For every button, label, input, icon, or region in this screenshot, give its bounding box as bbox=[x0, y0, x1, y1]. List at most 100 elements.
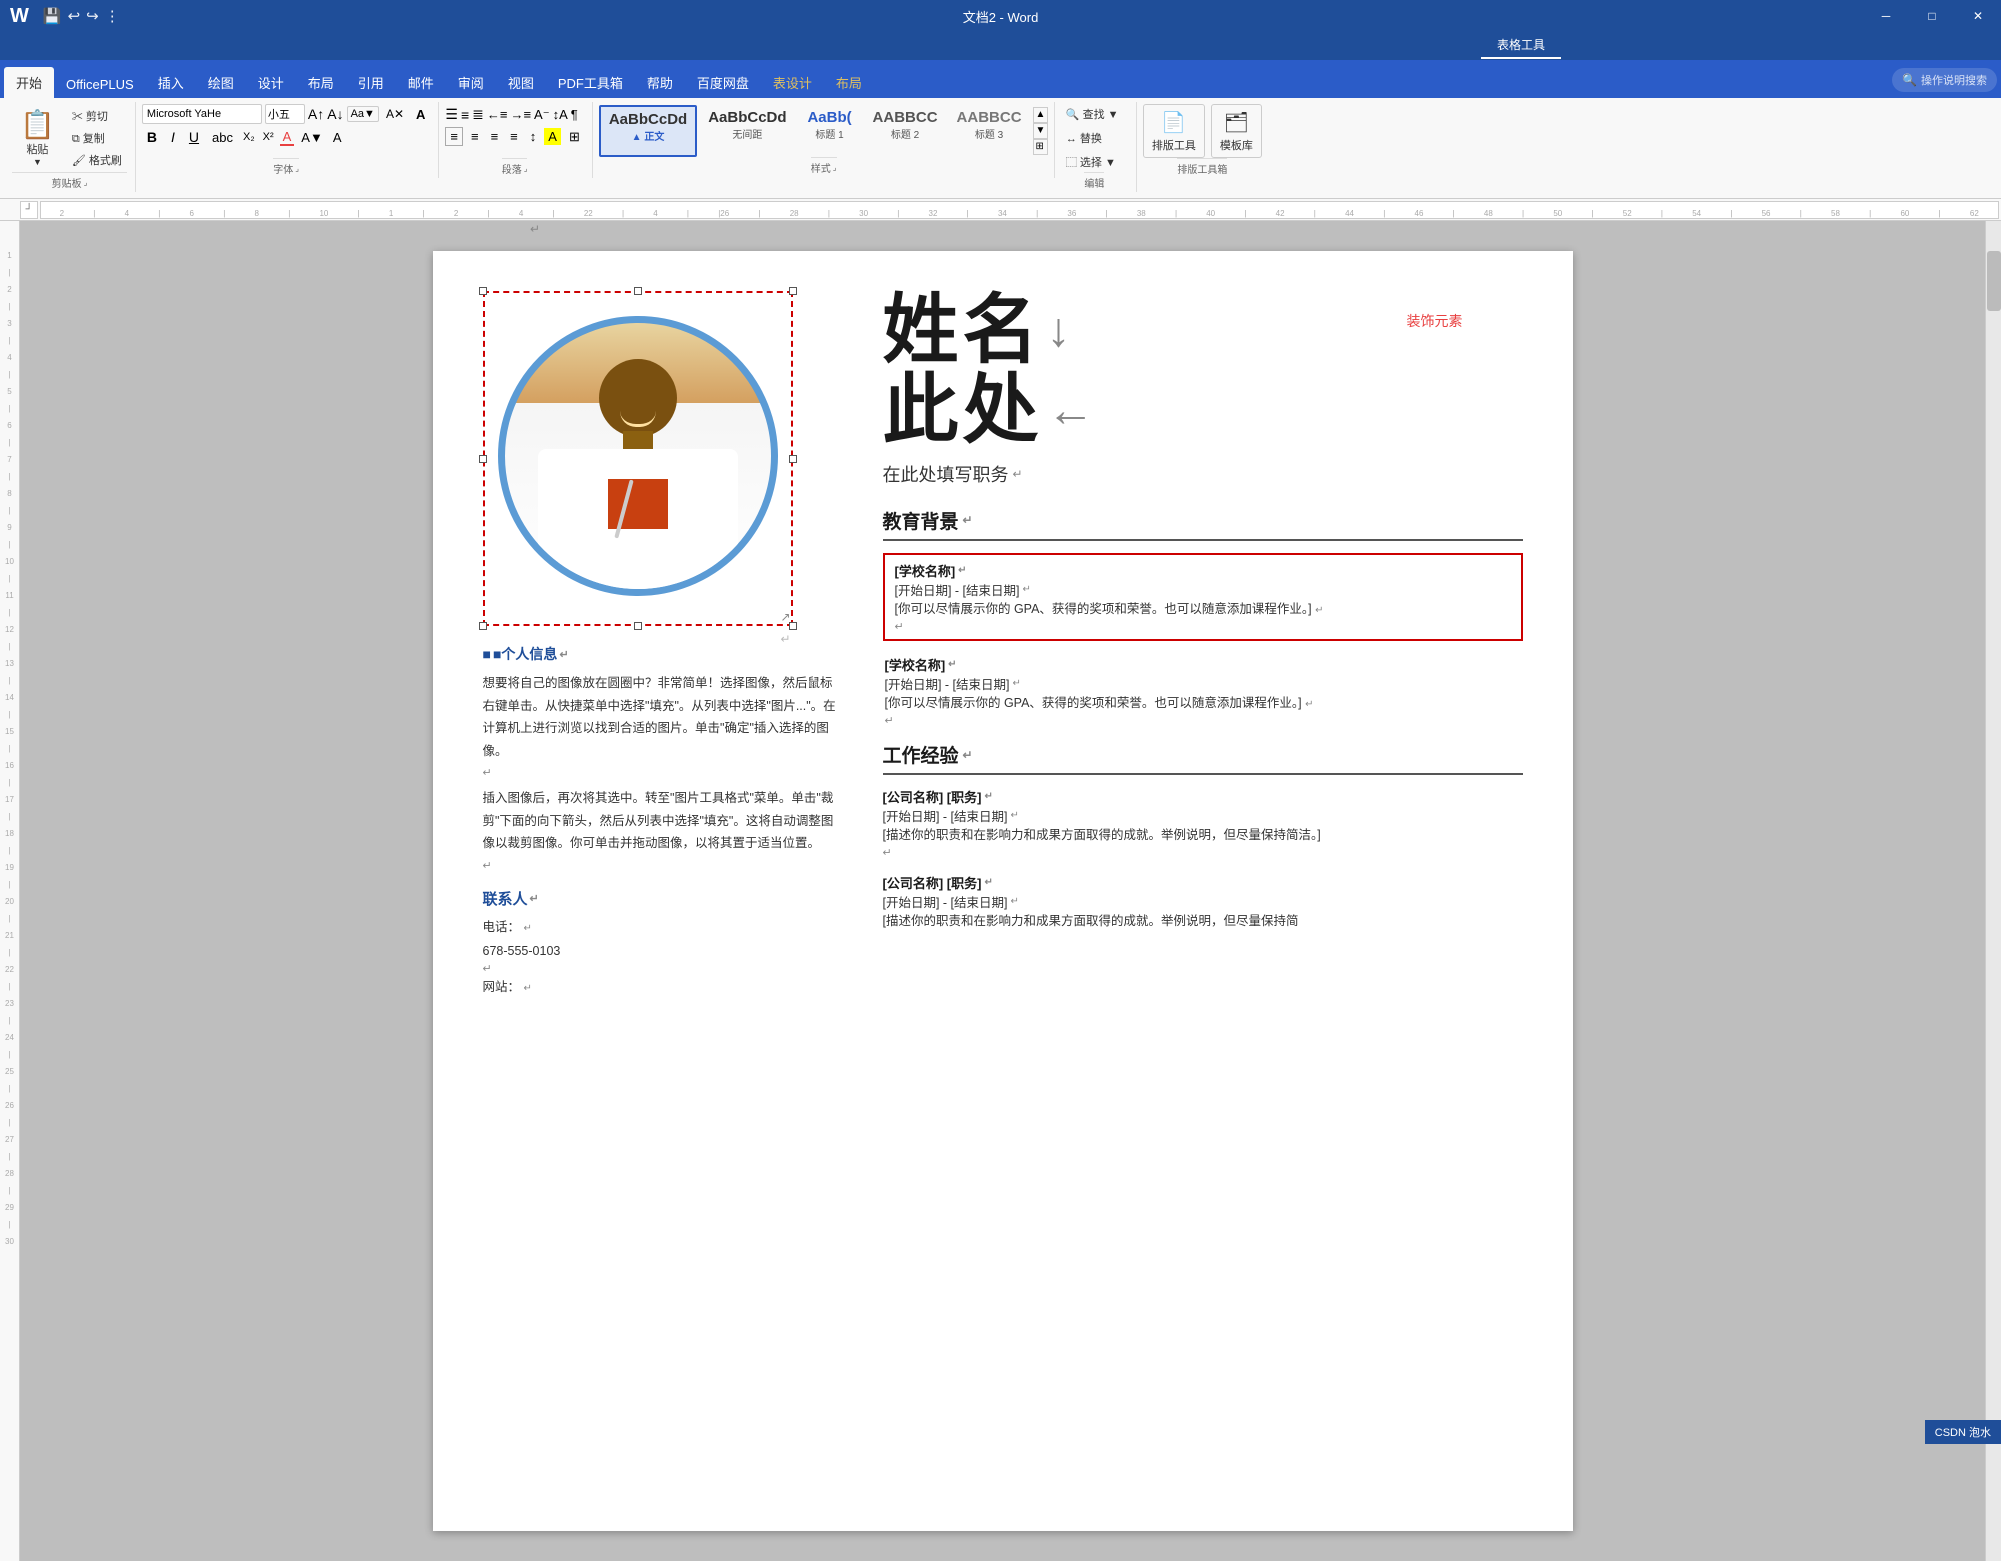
save-icon[interactable]: 💾 bbox=[43, 7, 62, 25]
tab-references[interactable]: 引用 bbox=[346, 67, 396, 98]
multilevel-list-button[interactable]: ≣ bbox=[472, 106, 484, 123]
tab-pdf[interactable]: PDF工具箱 bbox=[546, 67, 635, 98]
find-button[interactable]: 🔍 查找 ▼ bbox=[1061, 104, 1124, 124]
redo-icon[interactable]: ↪ bbox=[86, 7, 99, 25]
paragraph-group-label[interactable]: 段落 ⌟ bbox=[502, 158, 528, 176]
font-shrink-button[interactable]: A↓ bbox=[327, 106, 343, 122]
work-entry-2: [公司名称] [职务]↵ [开始日期] - [结束日期]↵ [描述你的职责和在影… bbox=[883, 873, 1523, 932]
main-area: 1|2|3|4|5|6|7|8|9|10|11|12|13|14|15|16|1… bbox=[0, 221, 2001, 1561]
font-group-label[interactable]: 字体 ⌟ bbox=[273, 158, 299, 176]
style-heading1[interactable]: AaBb( 标题 1 bbox=[798, 105, 862, 157]
clipboard-group-label[interactable]: 剪贴板 ⌟ bbox=[12, 172, 127, 190]
resize-handle-bm[interactable] bbox=[634, 622, 642, 630]
font-size-selector[interactable] bbox=[265, 104, 305, 124]
tab-mail[interactable]: 邮件 bbox=[396, 67, 446, 98]
contact-title: 联系人↵ bbox=[483, 888, 843, 909]
right-scrollbar[interactable] bbox=[1985, 221, 2001, 1561]
tab-draw[interactable]: 绘图 bbox=[196, 67, 246, 98]
right-column: 装饰元素 姓名 ↓ 此处 ← 在此处填写职务 ↵ bbox=[883, 291, 1523, 1491]
align-right-button[interactable]: ≡ bbox=[487, 128, 503, 145]
font-a-button[interactable]: A bbox=[411, 105, 430, 124]
underline-button[interactable]: U bbox=[184, 128, 204, 146]
copy-button[interactable]: ⧉ 复制 bbox=[67, 128, 127, 148]
decrease-indent-button[interactable]: ←≡ bbox=[487, 107, 508, 122]
tab-review[interactable]: 审阅 bbox=[446, 67, 496, 98]
tab-officeplus[interactable]: OfficePLUS bbox=[54, 71, 146, 98]
style-heading2[interactable]: AABBCC 标题 2 bbox=[865, 105, 946, 157]
border-button[interactable]: ⊞ bbox=[565, 128, 584, 146]
tab-baidu[interactable]: 百度网盘 bbox=[685, 67, 761, 98]
clear-format-button[interactable]: A✕ bbox=[382, 105, 408, 123]
tab-insert[interactable]: 插入 bbox=[146, 67, 196, 98]
tab-table-layout[interactable]: 布局 bbox=[824, 67, 874, 98]
cut-button[interactable]: ✂ 剪切 bbox=[67, 106, 127, 126]
typeset-group-label: 排版工具箱 bbox=[1177, 158, 1227, 176]
name-line2[interactable]: 此处 bbox=[883, 371, 1043, 451]
font-grow-button[interactable]: A↑ bbox=[308, 106, 324, 122]
scrollbar-thumb[interactable] bbox=[1987, 251, 2001, 311]
bold-button[interactable]: B bbox=[142, 128, 162, 146]
edu-school-1: [学校名称]↵ bbox=[895, 561, 1511, 580]
subscript-button[interactable]: X₂ bbox=[241, 131, 257, 143]
select-button[interactable]: ⬚ 选择 ▼ bbox=[1061, 152, 1124, 172]
resize-handle-mr[interactable] bbox=[789, 455, 797, 463]
tab-layout[interactable]: 布局 bbox=[296, 67, 346, 98]
undo-icon[interactable]: ↩ bbox=[68, 7, 81, 25]
increase-indent-button[interactable]: →≡ bbox=[510, 107, 531, 122]
photo-frame[interactable]: ↗ ↵ bbox=[483, 291, 793, 626]
italic-button[interactable]: I bbox=[166, 128, 180, 146]
ruler-toggle[interactable]: ┘ bbox=[20, 201, 38, 219]
position-line[interactable]: 在此处填写职务 ↵ bbox=[883, 461, 1523, 487]
styles-group: AaBbCcDd ▲ 正文 AaBbCcDd 无间距 AaBb( 标题 1 AA… bbox=[595, 102, 1055, 178]
close-button[interactable]: ✕ bbox=[1955, 0, 2001, 32]
text-effect-button[interactable]: A bbox=[330, 130, 345, 145]
bullets-button[interactable]: ☰ bbox=[445, 106, 458, 123]
style-no-spacing[interactable]: AaBbCcDd 无间距 bbox=[700, 105, 794, 157]
name-line1[interactable]: 姓名 bbox=[883, 291, 1043, 371]
tab-view[interactable]: 视图 bbox=[496, 67, 546, 98]
numbering-button[interactable]: ≡ bbox=[461, 107, 469, 123]
strikethrough-button[interactable]: abc bbox=[208, 129, 237, 146]
format-painter-button[interactable]: 🖌 格式刷 bbox=[67, 150, 127, 170]
sort-button[interactable]: ↕A bbox=[553, 107, 568, 122]
resize-handle-tl[interactable] bbox=[479, 287, 487, 295]
edu-entry-1-box[interactable]: [学校名称]↵ [开始日期] - [结束日期]↵ [你可以尽情展示你的 GPA、… bbox=[883, 553, 1523, 641]
justify-button[interactable]: ≡ bbox=[506, 128, 522, 145]
paste-button[interactable]: 📋 粘贴 ▼ bbox=[12, 104, 63, 158]
superscript-button[interactable]: X² bbox=[261, 131, 276, 143]
phone-label: 电话： ↵ bbox=[483, 915, 843, 940]
style-normal[interactable]: AaBbCcDd ▲ 正文 bbox=[599, 105, 697, 157]
minimize-button[interactable]: ─ bbox=[1863, 0, 1909, 32]
show-marks-button[interactable]: ¶ bbox=[571, 107, 578, 122]
resize-handle-tm[interactable] bbox=[634, 287, 642, 295]
document-page: ↗ ↵ ■■个人信息↵ 想要将自己的图像放在圆圈中？非常简单！选择图像，然后鼠标… bbox=[433, 251, 1573, 1531]
tab-design[interactable]: 设计 bbox=[246, 67, 296, 98]
para-mark-work1: ↵ bbox=[883, 846, 1523, 859]
tab-table-design[interactable]: 表设计 bbox=[761, 67, 824, 98]
resize-handle-bl[interactable] bbox=[479, 622, 487, 630]
template-button[interactable]: 🗂 模板库 bbox=[1211, 104, 1262, 158]
chinese-layout-button[interactable]: A⁻ bbox=[534, 107, 550, 123]
tab-home[interactable]: 开始 bbox=[4, 67, 54, 98]
education-section: 教育背景 ↵ [学校名称]↵ [开始日期] - [结束日期]↵ [你可以尽情展示… bbox=[883, 507, 1523, 732]
align-left-button[interactable]: ≡ bbox=[445, 127, 463, 146]
maximize-button[interactable]: □ bbox=[1909, 0, 1955, 32]
highlight-button[interactable]: A▼ bbox=[298, 130, 326, 145]
typeset-button[interactable]: 📄 排版工具 bbox=[1143, 104, 1205, 158]
styles-group-label[interactable]: 样式 ⌟ bbox=[811, 157, 837, 175]
customize-icon[interactable]: ⋮ bbox=[105, 7, 120, 25]
font-color-button[interactable]: A bbox=[280, 129, 295, 146]
align-center-button[interactable]: ≡ bbox=[467, 128, 483, 145]
styles-scroll[interactable]: ▲ ▼ ⊞ bbox=[1033, 105, 1049, 157]
para-mark-edu2: ↵ bbox=[885, 714, 1521, 727]
line-spacing-button[interactable]: ↕ bbox=[526, 128, 541, 145]
aa-button[interactable]: Aa▼ bbox=[347, 106, 379, 122]
shading-button[interactable]: A bbox=[544, 128, 561, 145]
tab-help[interactable]: 帮助 bbox=[635, 67, 685, 98]
search-bar[interactable]: 🔍 操作说明搜索 bbox=[1892, 68, 1997, 92]
resize-handle-tr[interactable] bbox=[789, 287, 797, 295]
style-heading3[interactable]: AABBCC 标题 3 bbox=[949, 105, 1030, 157]
resize-handle-ml[interactable] bbox=[479, 455, 487, 463]
font-name-selector[interactable] bbox=[142, 104, 262, 124]
replace-button[interactable]: ↔ 替换 bbox=[1061, 128, 1124, 148]
